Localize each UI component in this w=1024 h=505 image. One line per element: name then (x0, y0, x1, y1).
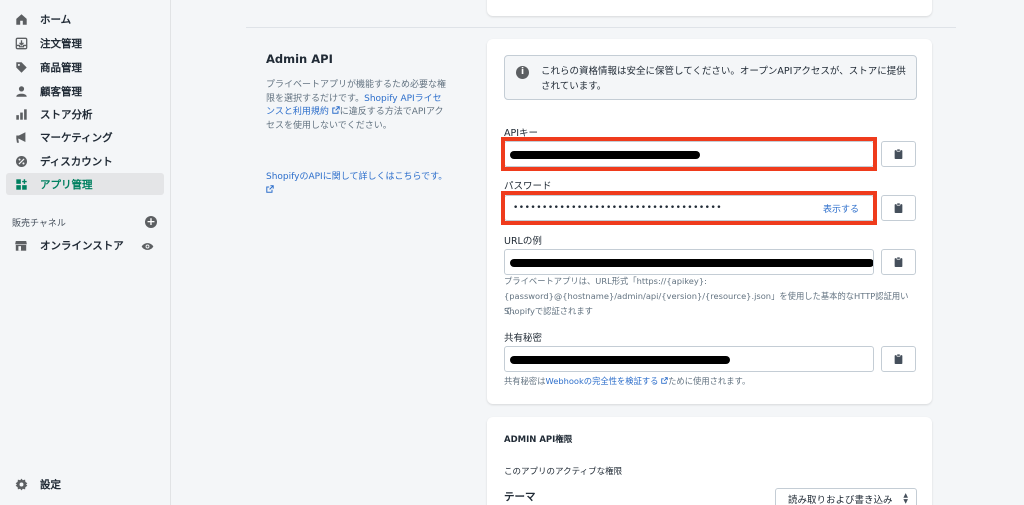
url-example-label: URLの例 (504, 236, 542, 247)
info-banner: i これらの資格情報は安全に保管してください。オープンAPIアクセスが、ストアに… (504, 55, 917, 100)
secret-help: 共有秘密はWebhookの完全性を検証する ために使用されます。 (504, 374, 924, 389)
gear-icon (14, 477, 28, 491)
theme-permission-select[interactable]: 読み取りおよび書き込み ▲ ▼ (775, 488, 917, 505)
banner-text: これらの資格情報は安全に保管してください。オープンAPIアクセスが、ストアに提供… (541, 66, 906, 92)
clipboard-icon (894, 353, 903, 364)
home-icon (14, 12, 28, 26)
learn-more-link[interactable]: ShopifyのAPIに関して詳しくはこちらです。 (266, 171, 448, 198)
copy-api-key-button[interactable] (881, 141, 916, 167)
learn-more-text: ShopifyのAPIに関して詳しくはこちらです。 (266, 172, 448, 182)
sales-channels-label: 販売チャネル (12, 218, 66, 229)
permissions-heading: ADMIN API権限 (504, 435, 573, 445)
highlight-box (501, 191, 877, 225)
external-link-icon (332, 106, 340, 114)
sidebar-item-home[interactable]: ホーム (6, 8, 164, 30)
sidebar-item-online-store[interactable]: オンラインストア (6, 234, 164, 256)
sidebar-item-marketing[interactable]: マーケティング (6, 126, 164, 148)
tag-icon (14, 60, 28, 74)
sidebar: ホーム 注文管理 商品管理 顧客管理 ストア分析 マーケティング ディスカウント… (0, 0, 171, 505)
main-content: Admin API プライベートアプリが機能するため必要な権限を選択するだけです… (171, 0, 1024, 505)
orders-icon (14, 36, 28, 50)
credentials-card: i これらの資格情報は安全に保管してください。オープンAPIアクセスが、ストアに… (487, 39, 932, 404)
add-channel-button[interactable]: + (145, 216, 157, 228)
sidebar-item-label: アプリ管理 (40, 178, 93, 191)
sidebar-item-orders[interactable]: 注文管理 (6, 32, 164, 54)
sales-channels-heading: 販売チャネル + (12, 214, 157, 230)
sidebar-item-settings[interactable]: 設定 (6, 473, 164, 495)
info-icon: i (516, 66, 529, 79)
secret-help-text: 共有秘密は (504, 376, 546, 386)
sidebar-item-label: ディスカウント (40, 155, 113, 168)
sidebar-item-analytics[interactable]: ストア分析 (6, 103, 164, 125)
highlight-box (501, 137, 877, 171)
permissions-subheading: このアプリのアクティブな権限 (504, 467, 623, 477)
verify-webhook-link[interactable]: Webhookの完全性を検証する (546, 376, 669, 386)
sidebar-item-customers[interactable]: 顧客管理 (6, 80, 164, 102)
shared-secret-label: 共有秘密 (504, 333, 543, 344)
eye-icon[interactable] (141, 238, 154, 257)
apps-icon (14, 177, 28, 191)
theme-permission-label: テーマ (504, 491, 536, 503)
secret-help-text: ために使用されます。 (668, 376, 751, 386)
section-title: Admin API (266, 52, 333, 66)
sidebar-item-label: 設定 (40, 478, 61, 491)
copy-password-button[interactable] (881, 195, 916, 221)
megaphone-icon (14, 130, 28, 144)
store-icon (14, 238, 28, 252)
url-help-line: プライベートアプリは、URL形式「https://{apikey}: (504, 276, 707, 286)
verify-webhook-text: Webhookの完全性を検証する (545, 376, 659, 386)
clipboard-icon (894, 148, 903, 159)
analytics-icon (14, 107, 28, 121)
permissions-card: ADMIN API権限 このアプリのアクティブな権限 テーマ 読み取りおよび書き… (487, 417, 932, 505)
clipboard-icon (894, 202, 903, 213)
section-divider (246, 27, 956, 28)
select-value: 読み取りおよび書き込み (788, 495, 893, 505)
discount-icon (14, 154, 28, 168)
previous-card (487, 0, 932, 16)
customer-icon (14, 84, 28, 98)
sidebar-item-discounts[interactable]: ディスカウント (6, 150, 164, 172)
sidebar-item-label: オンラインストア (40, 239, 124, 252)
sidebar-item-label: 顧客管理 (40, 85, 82, 98)
redaction-bar (510, 259, 873, 267)
copy-secret-button[interactable] (881, 346, 916, 372)
copy-url-button[interactable] (881, 249, 916, 275)
clipboard-icon (894, 256, 903, 267)
password-label: パスワード (504, 181, 552, 192)
url-example-field[interactable] (504, 249, 874, 275)
url-help-line: Shopifyで認証されます (504, 306, 593, 316)
shared-secret-field[interactable] (504, 346, 874, 372)
sidebar-item-label: マーケティング (40, 131, 113, 144)
sidebar-item-apps[interactable]: アプリ管理 (6, 173, 164, 195)
external-link-icon (266, 184, 274, 193)
sidebar-item-products[interactable]: 商品管理 (6, 56, 164, 78)
sidebar-item-label: 商品管理 (40, 61, 82, 74)
redaction-bar (510, 356, 730, 364)
select-arrows-icon: ▲ ▼ (903, 492, 908, 505)
sidebar-item-label: 注文管理 (40, 37, 82, 50)
sidebar-item-label: ホーム (40, 13, 72, 26)
sidebar-item-label: ストア分析 (40, 108, 93, 121)
section-description: プライベートアプリが機能するため必要な権限を選択するだけです。Shopify A… (266, 79, 448, 133)
